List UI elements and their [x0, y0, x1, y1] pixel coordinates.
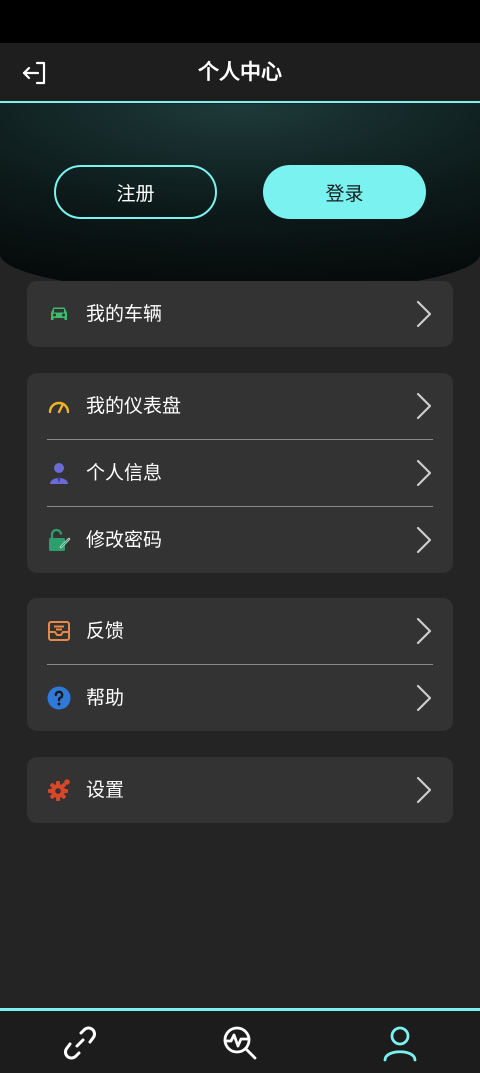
settings-card: 设置	[27, 757, 453, 823]
page-title: 个人中心	[198, 60, 282, 84]
car-icon	[51, 307, 67, 320]
tab-connect[interactable]	[60, 1023, 100, 1063]
menu-label-feedback: 反馈	[86, 620, 125, 642]
back-button[interactable]	[18, 57, 50, 89]
tab-profile[interactable]	[380, 1023, 420, 1063]
chevron-right-icon	[416, 617, 432, 645]
tab-diagnostics[interactable]	[220, 1023, 260, 1063]
menu-item-feedback[interactable]: 反馈	[27, 598, 453, 664]
menu-item-help[interactable]: 帮助	[27, 665, 453, 731]
menu-item-settings[interactable]: 设置	[27, 757, 453, 823]
user-icon	[50, 463, 68, 484]
register-button[interactable]: 注册	[54, 165, 217, 219]
mail-icon	[48, 621, 70, 641]
menu-label-change-password: 修改密码	[86, 529, 163, 551]
vehicles-card: 我的车辆	[27, 281, 453, 347]
menu-item-profile[interactable]: 个人信息	[27, 440, 453, 506]
account-card: 我的仪表盘 个人信息 修改密码	[27, 373, 453, 573]
gauge-icon	[48, 401, 70, 414]
chevron-right-icon	[416, 459, 432, 487]
chevron-right-icon	[416, 684, 432, 712]
link-icon	[64, 1026, 96, 1060]
menu-label-help: 帮助	[86, 687, 125, 709]
menu-label-vehicles: 我的车辆	[86, 303, 163, 325]
status-bar	[0, 0, 480, 43]
top-header: 个人中心	[0, 43, 480, 103]
search-chart-icon	[223, 1026, 257, 1060]
login-button[interactable]: 登录	[263, 165, 426, 219]
help-circle-icon	[47, 686, 71, 710]
menu-item-change-password[interactable]: 修改密码	[27, 507, 453, 573]
chevron-right-icon	[416, 526, 432, 554]
menu-label-settings: 设置	[86, 779, 125, 801]
gear-icon	[48, 779, 70, 801]
logout-arrow-icon	[22, 61, 46, 85]
chevron-right-icon	[416, 776, 432, 804]
support-card: 反馈 帮助	[27, 598, 453, 731]
menu-label-dashboard: 我的仪表盘	[86, 395, 182, 417]
user-icon	[383, 1026, 417, 1062]
bottom-tab-bar	[0, 1008, 480, 1073]
chevron-right-icon	[416, 300, 432, 328]
menu-item-vehicles[interactable]: 我的车辆	[27, 281, 453, 347]
menu-item-dashboard[interactable]: 我的仪表盘	[27, 373, 453, 439]
lock-edit-icon	[49, 528, 71, 551]
menu-label-profile: 个人信息	[86, 462, 163, 484]
chevron-right-icon	[416, 392, 432, 420]
